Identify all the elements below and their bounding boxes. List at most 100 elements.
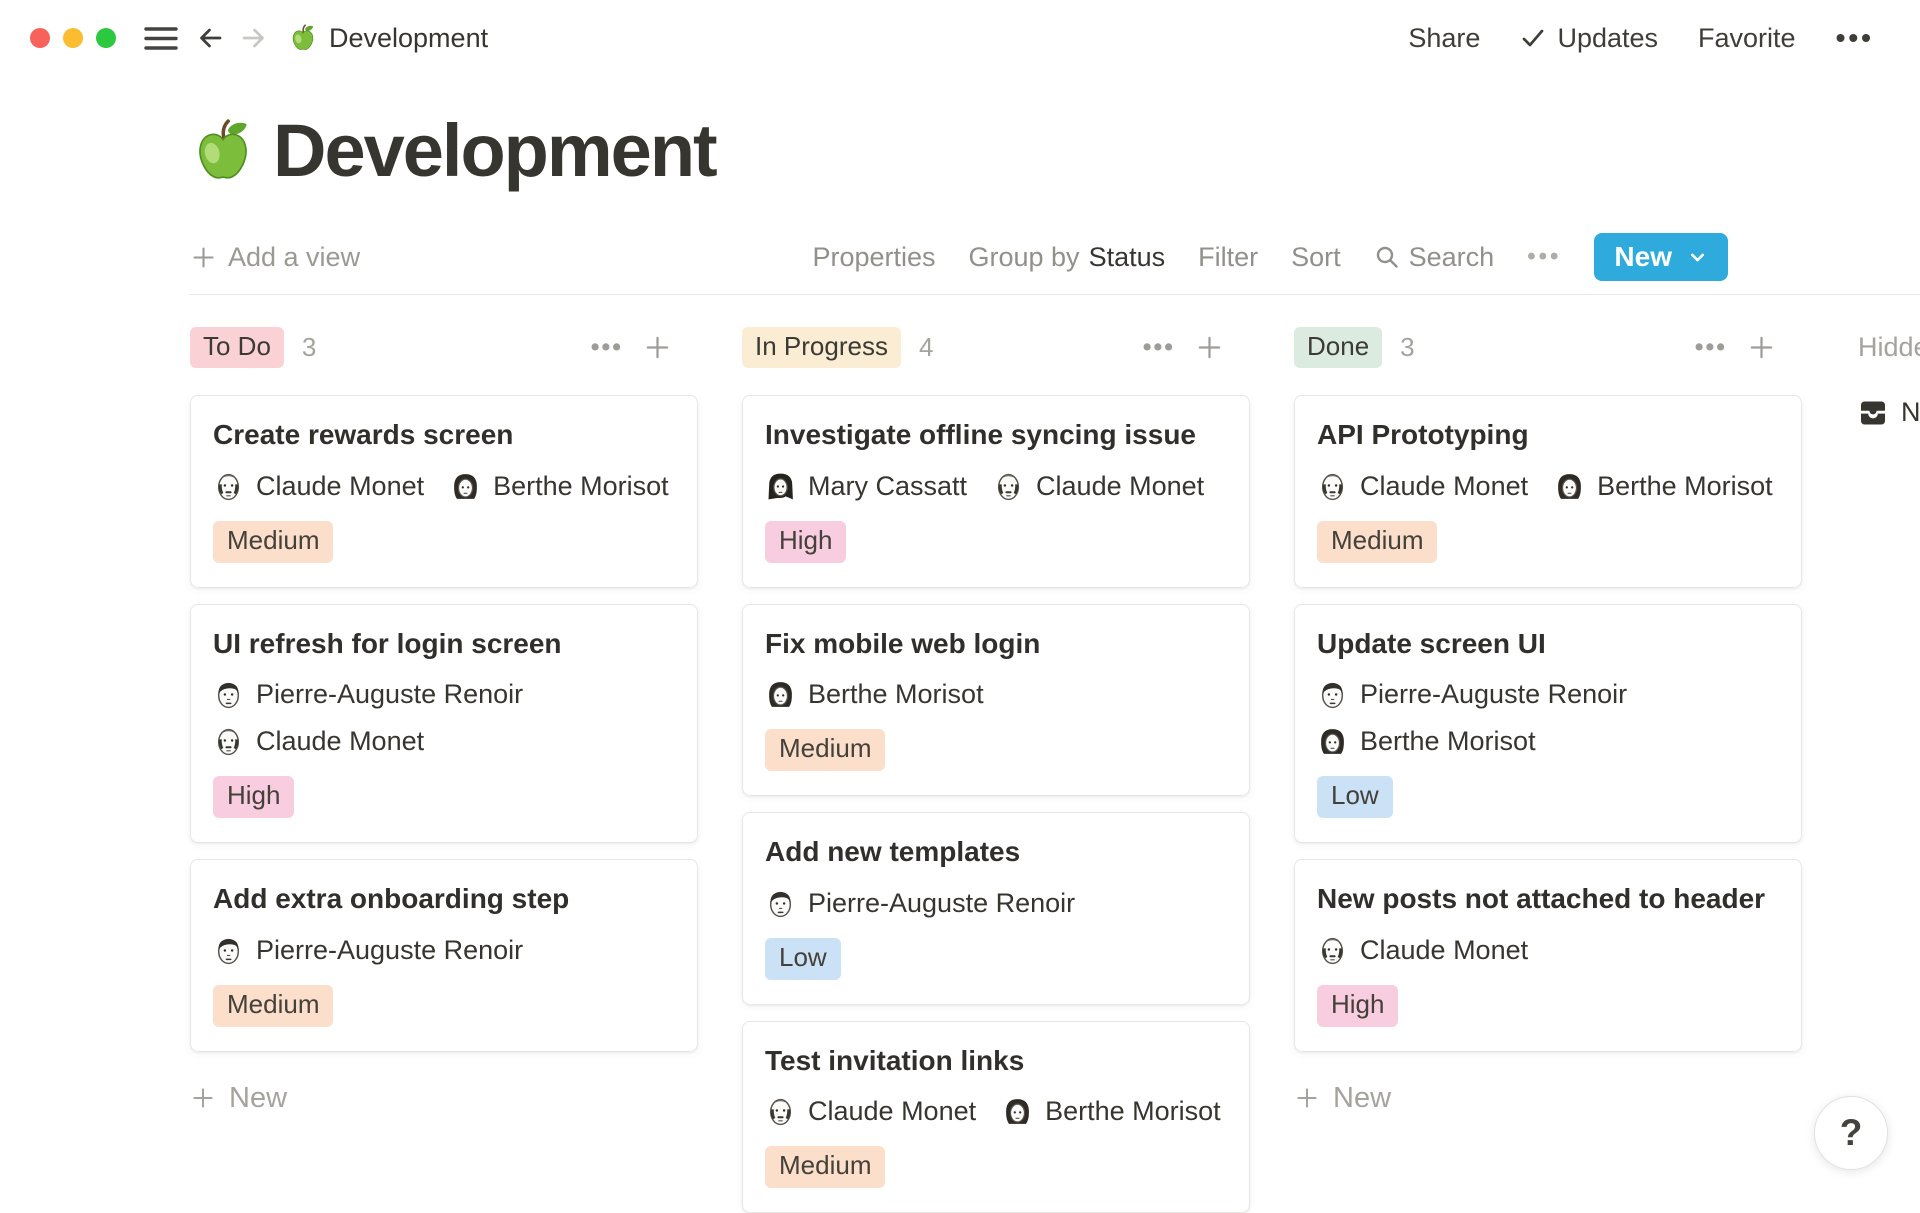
card-title: Add new templates: [765, 835, 1227, 869]
view-more-options-icon[interactable]: •••: [1527, 243, 1561, 271]
assignee: Berthe Morisot: [1002, 1096, 1221, 1127]
priority-badge: Medium: [1317, 521, 1437, 563]
assignee-name: Claude Monet: [808, 1096, 976, 1127]
assignee: Berthe Morisot: [765, 679, 984, 710]
add-card-label: New: [229, 1082, 287, 1115]
updates-button[interactable]: Updates: [1520, 23, 1658, 54]
avatar: [993, 471, 1024, 502]
sort-button[interactable]: Sort: [1291, 242, 1341, 273]
kanban-card[interactable]: Add extra onboarding step Pierre-Auguste…: [190, 859, 698, 1052]
assignee-name: Berthe Morisot: [1045, 1096, 1221, 1127]
assignee-list: Mary Cassatt Claude Monet: [765, 471, 1227, 502]
window-zoom-button[interactable]: [96, 28, 116, 48]
priority-badge: Medium: [765, 1146, 885, 1188]
column-in-progress: In Progress 4 ••• Investigate offline sy…: [742, 325, 1250, 1213]
assignee: Claude Monet: [213, 471, 424, 502]
avatar: [765, 471, 796, 502]
group-by-label: Group by: [969, 242, 1080, 272]
card-title: Update screen UI: [1317, 627, 1779, 661]
priority-badge: Medium: [213, 521, 333, 563]
add-view-button[interactable]: Add a view: [190, 242, 360, 273]
group-by-button[interactable]: Group by Status: [969, 242, 1166, 273]
search-icon: [1374, 244, 1400, 270]
kanban-card[interactable]: API Prototyping Claude Monet Berthe Mori…: [1294, 395, 1802, 588]
column-status-badge[interactable]: Done: [1294, 327, 1382, 368]
hidden-columns-label[interactable]: Hidden columns: [1858, 325, 1920, 369]
new-button[interactable]: New: [1594, 233, 1728, 281]
window-controls: [30, 28, 116, 48]
column-add-icon[interactable]: [1195, 333, 1224, 362]
favorite-button[interactable]: Favorite: [1698, 23, 1796, 54]
filter-button[interactable]: Filter: [1198, 242, 1258, 273]
share-button[interactable]: Share: [1408, 23, 1480, 54]
priority-badge: High: [765, 521, 846, 563]
assignee: Claude Monet: [765, 1096, 976, 1127]
priority-badge: Medium: [765, 729, 885, 771]
check-icon: [1520, 25, 1546, 51]
forward-arrow-icon[interactable]: [238, 22, 270, 54]
assignee-list: Claude Monet Berthe Morisot: [1317, 471, 1779, 502]
search-label: Search: [1409, 242, 1495, 273]
properties-button[interactable]: Properties: [812, 242, 935, 273]
search-button[interactable]: Search: [1374, 242, 1495, 273]
column-status-badge[interactable]: In Progress: [742, 327, 901, 368]
hidden-group-no-status[interactable]: No Status: [1858, 397, 1920, 428]
column-more-icon[interactable]: •••: [1143, 333, 1175, 362]
column-more-icon[interactable]: •••: [1695, 333, 1727, 362]
kanban-card[interactable]: Create rewards screen Claude Monet Berth…: [190, 395, 698, 588]
kanban-card[interactable]: Fix mobile web login Berthe Morisot Medi…: [742, 604, 1250, 797]
column-status-badge[interactable]: To Do: [190, 327, 284, 368]
assignee: Pierre-Auguste Renoir: [213, 679, 523, 710]
chevron-down-icon: [1687, 247, 1708, 268]
card-title: Test invitation links: [765, 1044, 1227, 1078]
assignee-name: Berthe Morisot: [493, 471, 669, 502]
window-minimize-button[interactable]: [63, 28, 83, 48]
avatar: [1317, 935, 1348, 966]
sidebar-menu-icon[interactable]: [144, 25, 178, 52]
kanban-card[interactable]: New posts not attached to header Claude …: [1294, 859, 1802, 1052]
kanban-card[interactable]: Add new templates Pierre-Auguste Renoir …: [742, 812, 1250, 1005]
add-card-button[interactable]: New: [1294, 1082, 1802, 1115]
page-emoji-icon-large[interactable]: [190, 116, 256, 186]
back-arrow-icon[interactable]: [194, 22, 226, 54]
column-header: In Progress 4 •••: [742, 325, 1250, 369]
kanban-card[interactable]: Test invitation links Claude Monet Berth…: [742, 1021, 1250, 1213]
assignee: Pierre-Auguste Renoir: [213, 935, 523, 966]
assignee-name: Claude Monet: [256, 726, 424, 757]
add-card-label: New: [1333, 1082, 1391, 1115]
breadcrumb[interactable]: Development: [288, 23, 488, 54]
card-title: API Prototyping: [1317, 418, 1779, 452]
page-title[interactable]: Development: [273, 108, 716, 193]
avatar: [765, 888, 796, 919]
window-close-button[interactable]: [30, 28, 50, 48]
column-add-icon[interactable]: [643, 333, 672, 362]
priority-badge: Low: [765, 938, 841, 980]
assignee: Berthe Morisot: [1554, 471, 1773, 502]
help-button[interactable]: ?: [1814, 1096, 1888, 1170]
kanban-card[interactable]: Update screen UI Pierre-Auguste Renoir B…: [1294, 604, 1802, 844]
column-add-icon[interactable]: [1747, 333, 1776, 362]
kanban-card[interactable]: Investigate offline syncing issue Mary C…: [742, 395, 1250, 588]
priority-badge: High: [1317, 985, 1398, 1027]
breadcrumb-title: Development: [329, 23, 488, 54]
assignee-name: Berthe Morisot: [1597, 471, 1773, 502]
avatar: [1002, 1096, 1033, 1127]
add-card-button[interactable]: New: [190, 1082, 698, 1115]
avatar: [765, 1096, 796, 1127]
column-count: 4: [919, 332, 933, 363]
priority-badge: High: [213, 776, 294, 818]
assignee: Pierre-Auguste Renoir: [765, 888, 1075, 919]
column-to-do: To Do 3 ••• Create rewards screen Claude…: [190, 325, 698, 1115]
assignee-list: Pierre-Auguste Renoir: [213, 935, 675, 966]
avatar: [1554, 471, 1585, 502]
assignee: Claude Monet: [1317, 471, 1528, 502]
column-more-icon[interactable]: •••: [591, 333, 623, 362]
assignee-name: Mary Cassatt: [808, 471, 967, 502]
assignee-name: Pierre-Auguste Renoir: [256, 935, 523, 966]
plus-icon: [190, 1085, 216, 1111]
group-by-value: Status: [1089, 242, 1166, 272]
kanban-card[interactable]: UI refresh for login screen Pierre-Augus…: [190, 604, 698, 844]
more-options-icon[interactable]: •••: [1836, 22, 1874, 54]
toolbar-divider: [190, 294, 1920, 295]
assignee-name: Berthe Morisot: [1360, 726, 1536, 757]
